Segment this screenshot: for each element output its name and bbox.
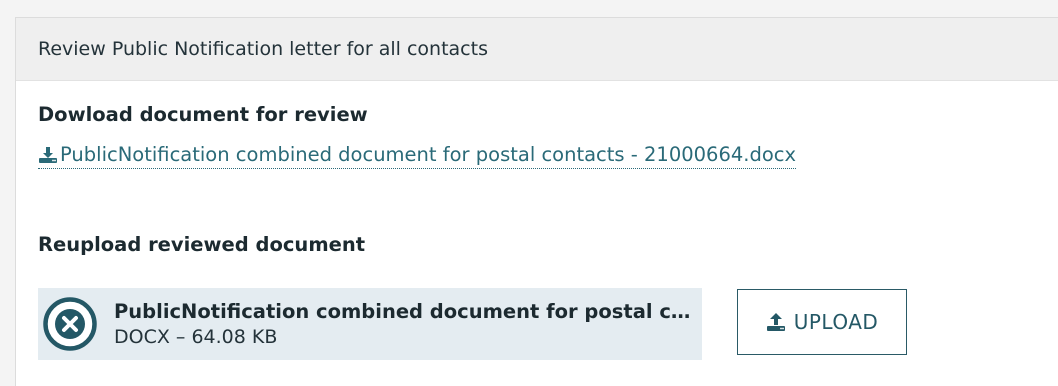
reupload-section-title: Reupload reviewed document bbox=[38, 233, 366, 256]
file-meta: DOCX – 64.08 KB bbox=[114, 326, 278, 348]
panel-header: Review Public Notification letter for al… bbox=[16, 18, 1058, 81]
upload-icon bbox=[766, 313, 785, 331]
download-icon bbox=[39, 146, 57, 163]
panel-title: Review Public Notification letter for al… bbox=[38, 38, 488, 60]
uploaded-file-card: PublicNotification combined document for… bbox=[38, 288, 702, 360]
close-circle-icon[interactable] bbox=[42, 296, 98, 352]
review-panel: Review Public Notification letter for al… bbox=[15, 17, 1058, 386]
upload-button[interactable]: UPLOAD bbox=[737, 289, 907, 355]
upload-button-label: UPLOAD bbox=[793, 310, 879, 334]
download-document-link[interactable]: PublicNotification combined document for… bbox=[38, 143, 797, 169]
download-link-text: PublicNotification combined document for… bbox=[60, 143, 797, 166]
download-section-title: Dowload document for review bbox=[38, 103, 368, 126]
file-info: PublicNotification combined document for… bbox=[114, 300, 694, 348]
file-name: PublicNotification combined document for… bbox=[114, 300, 694, 323]
